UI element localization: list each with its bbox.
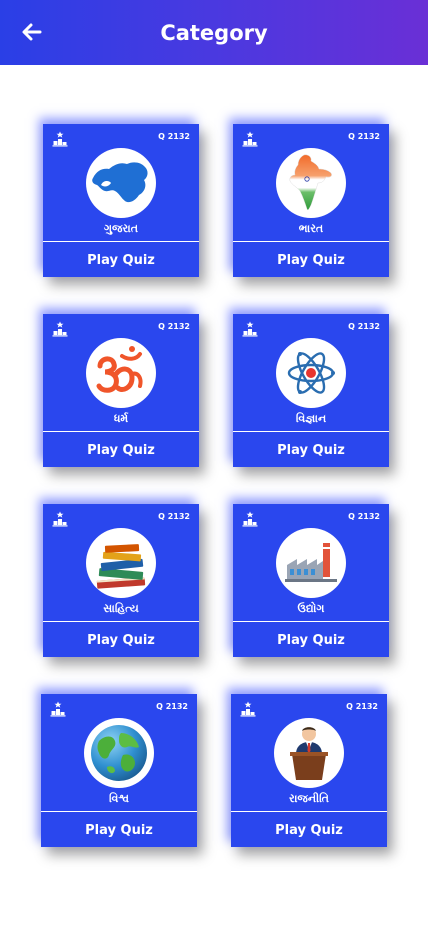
category-card-gujarat[interactable]: Q 2132 ગુજરાત Play Quiz [43,124,199,277]
leaderboard-icon[interactable] [50,701,66,717]
category-card-literature[interactable]: Q 2132 સાહિત્ય Play Quiz [43,504,199,657]
play-quiz-button[interactable]: Play Quiz [233,432,389,467]
globe-icon [91,725,147,781]
category-name: રાજનીતિ [289,792,329,805]
question-count: Q 2132 [156,702,188,711]
category-card-science[interactable]: Q 2132 વિજ્ઞાન Play Quiz [233,314,389,467]
factory-icon [285,543,337,582]
play-quiz-button[interactable]: Play Quiz [41,812,197,847]
play-quiz-button[interactable]: Play Quiz [43,432,199,467]
play-quiz-button[interactable]: Play Quiz [231,812,387,847]
question-count: Q 2132 [158,322,190,331]
category-name: ગુજરાત [103,222,139,235]
play-quiz-button[interactable]: Play Quiz [43,242,199,277]
category-image-circle [86,528,156,598]
category-image-circle [276,338,346,408]
books-icon [96,544,146,589]
category-name: વિજ્ઞાન [295,412,327,425]
category-name: ઉદ્યોગ [297,602,325,615]
category-image-circle [276,148,346,218]
category-card-india[interactable]: Q 2132 ભારત Play Quiz [233,124,389,277]
category-card-industry[interactable]: Q 2132 ઉદ્યોગ Play Quiz [233,504,389,657]
category-image-circle [84,718,154,788]
category-image-circle [86,148,156,218]
question-count: Q 2132 [158,512,190,521]
page-title: Category [160,21,268,45]
category-name: વિશ્વ [108,792,130,805]
category-name: ધર્મ [113,412,129,425]
leaderboard-icon[interactable] [242,131,258,147]
politician-podium-icon [290,727,328,780]
atom-icon [287,352,335,394]
category-name: ભારત [298,222,324,235]
category-image-circle [274,718,344,788]
leaderboard-icon[interactable] [242,321,258,337]
india-map-icon [289,154,332,211]
leaderboard-icon[interactable] [52,321,68,337]
play-quiz-button[interactable]: Play Quiz [233,242,389,277]
leaderboard-icon[interactable] [242,511,258,527]
question-count: Q 2132 [158,132,190,141]
leaderboard-icon[interactable] [52,511,68,527]
category-image-circle [86,338,156,408]
question-count: Q 2132 [348,322,380,331]
leaderboard-icon[interactable] [52,131,68,147]
category-name: સાહિત્ય [103,602,139,615]
om-icon [96,346,143,393]
category-image-circle [276,528,346,598]
app-bar: Category [0,0,428,65]
question-count: Q 2132 [348,132,380,141]
play-quiz-button[interactable]: Play Quiz [233,622,389,657]
question-count: Q 2132 [346,702,378,711]
leaderboard-icon[interactable] [240,701,256,717]
category-card-politics[interactable]: Q 2132 રાજનીતિ Play Quiz [231,694,387,847]
category-card-world[interactable]: Q 2132 વિશ્વ Play Quiz [41,694,197,847]
category-card-dharma[interactable]: Q 2132 ધર્મ Play Quiz [43,314,199,467]
play-quiz-button[interactable]: Play Quiz [43,622,199,657]
question-count: Q 2132 [348,512,380,521]
gujarat-map-icon [92,162,148,203]
